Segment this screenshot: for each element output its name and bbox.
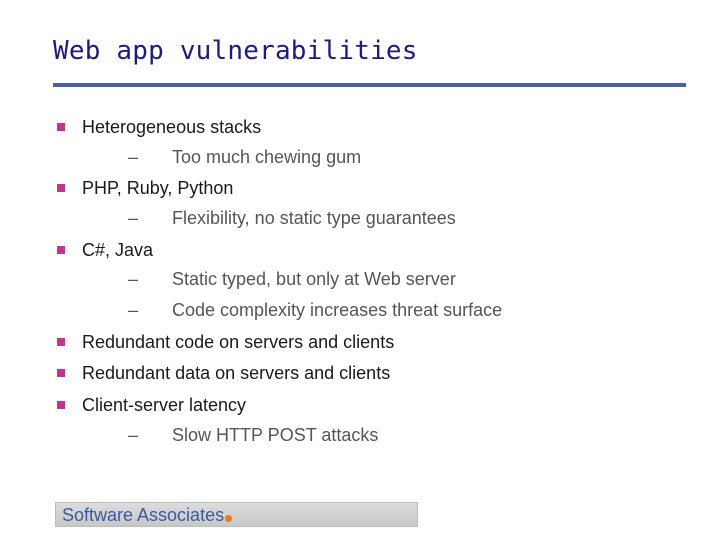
slide: Web app vulnerabilities Heterogeneous st… bbox=[0, 0, 728, 546]
dash-marker: – bbox=[128, 269, 139, 289]
footer-logo: Software Associates bbox=[55, 502, 418, 527]
bullet-item: Heterogeneous stacks bbox=[82, 117, 262, 137]
bullet-item: PHP, Ruby, Python bbox=[82, 178, 234, 198]
orange-dot-icon bbox=[225, 515, 233, 522]
sub-bullet-item: Too much chewing gum bbox=[172, 147, 362, 167]
sub-bullet-item: Static typed, but only at Web server bbox=[172, 269, 456, 289]
bullet-item: Redundant data on servers and clients bbox=[82, 363, 391, 383]
dash-marker: – bbox=[128, 300, 139, 320]
square-bullet-icon bbox=[57, 246, 65, 254]
dash-marker: – bbox=[128, 208, 139, 228]
sub-bullet-item: Code complexity increases threat surface bbox=[172, 300, 503, 320]
square-bullet-icon bbox=[57, 123, 65, 131]
square-bullet-icon bbox=[57, 184, 65, 192]
bullet-item: C#, Java bbox=[82, 240, 154, 260]
bullet-item: Client-server latency bbox=[82, 395, 247, 415]
dash-marker: – bbox=[128, 147, 139, 167]
square-bullet-icon bbox=[57, 401, 65, 409]
square-bullet-icon bbox=[57, 369, 65, 377]
footer-logo-text: Software Associates bbox=[62, 505, 225, 525]
sub-bullet-item: Slow HTTP POST attacks bbox=[172, 425, 379, 445]
bullet-list: Heterogeneous stacks – Too much chewing gu… bbox=[0, 0, 728, 546]
square-bullet-icon bbox=[57, 338, 65, 346]
sub-bullet-item: Flexibility, no static type guarantees bbox=[172, 208, 456, 228]
bullet-item: Redundant code on servers and clients bbox=[82, 332, 395, 352]
dash-marker: – bbox=[128, 425, 139, 445]
